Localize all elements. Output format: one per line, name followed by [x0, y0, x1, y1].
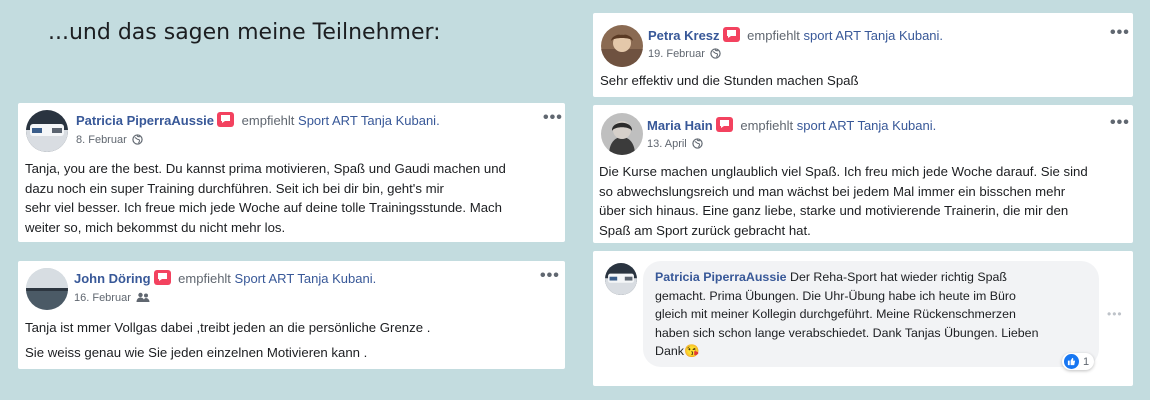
post-date[interactable]: 13. April [647, 138, 687, 150]
review-line: Sehr effektiv und die Stunden machen Spa… [600, 73, 859, 88]
more-options-icon[interactable]: ••• [540, 268, 560, 284]
review-line: weiter so, mich bekommst du nicht mehr l… [25, 219, 286, 235]
reviewer-name[interactable]: Maria Hain [647, 118, 713, 133]
review-card: John Döring empfiehlt Sport ART Tanja Ku… [18, 261, 565, 369]
review-line: so abwechslungsreich und man wächst bei … [599, 183, 1066, 199]
avatar[interactable] [605, 263, 637, 295]
recommend-icon [722, 27, 740, 42]
review-card: Petra Kresz empfiehlt sport ART Tanja Ku… [593, 13, 1133, 97]
recommend-text: empfiehlt [740, 118, 794, 133]
comment-line: gemacht. Prima Übungen. Die Uhr-Übung ha… [655, 288, 1016, 303]
page-link[interactable]: Sport ART Tanja Kubani. [235, 271, 377, 286]
more-options-icon[interactable]: ••• [543, 110, 563, 126]
review-line: Spaß am Sport zurück gebracht hat. [599, 222, 811, 238]
recommend-icon [217, 112, 235, 127]
review-line: Tanja ist mmer Vollgas dabei ,treibt jed… [25, 320, 431, 335]
more-options-icon[interactable]: ••• [1110, 115, 1130, 131]
review-line: Die Kurse machen unglaublich viel Spaß. … [599, 164, 1088, 179]
comment-bubble: Patricia PiperraAussie Der Reha-Sport ha… [643, 261, 1099, 367]
recommend-icon [715, 117, 733, 132]
reaction-summary[interactable]: 1 [1062, 353, 1095, 370]
recommend-icon [153, 270, 171, 285]
review-line: sehr viel besser. Ich freue mich jede Wo… [25, 200, 502, 215]
avatar[interactable] [26, 268, 68, 310]
recommend-text: empfiehlt [178, 271, 231, 286]
review-line: Sie weiss genau wie Sie jeden einzelnen … [25, 345, 368, 360]
comment-line: Der Reha-Sport hat wieder richtig Spaß [790, 270, 1007, 284]
page-link[interactable]: Sport ART Tanja Kubani. [298, 113, 440, 128]
post-date[interactable]: 16. Februar [74, 292, 131, 304]
post-date[interactable]: 19. Februar [648, 48, 705, 60]
comment-line: gleich mit meiner Kollegin durchgeführt.… [655, 307, 1016, 321]
review-line: über sich hinaus. Eine ganz liebe, stark… [599, 203, 1069, 218]
avatar[interactable] [601, 25, 643, 67]
avatar[interactable] [601, 113, 643, 155]
kiss-emoji: 😘 [683, 344, 700, 358]
comment-options-icon[interactable]: ••• [1107, 307, 1123, 321]
avatar[interactable] [26, 110, 68, 152]
page-link[interactable]: sport ART Tanja Kubani. [797, 118, 936, 133]
review-line: Tanja, you are the best. Du kannst prima… [25, 161, 506, 176]
review-card: Patricia PiperraAussie empfiehlt Sport A… [18, 103, 565, 242]
globe-icon [132, 134, 143, 148]
recommend-text: empfiehlt [747, 28, 800, 43]
globe-icon [692, 138, 703, 152]
comment-line: haben sich schon lange verabschiedet. Da… [655, 325, 1039, 340]
comment-card: Patricia PiperraAussie Der Reha-Sport ha… [593, 251, 1133, 386]
review-line: dazu noch ein super Training durchführen… [25, 180, 444, 196]
page-link[interactable]: sport ART Tanja Kubani. [804, 28, 943, 43]
more-options-icon[interactable]: ••• [1110, 25, 1130, 41]
reviewer-name[interactable]: John Döring [74, 271, 151, 286]
globe-icon [710, 48, 721, 62]
recommend-text: empfiehlt [241, 113, 295, 128]
comment-line: Dank [655, 344, 684, 358]
reaction-count: 1 [1083, 355, 1090, 368]
like-icon [1064, 354, 1079, 369]
review-card: Maria Hain empfiehlt sport ART Tanja Kub… [593, 105, 1133, 243]
commenter-name[interactable]: Patricia PiperraAussie [655, 270, 787, 284]
reviewer-name[interactable]: Petra Kresz [648, 28, 720, 43]
friends-icon [136, 292, 150, 306]
page-heading: ...und das sagen meine Teilnehmer: [48, 20, 441, 45]
post-date[interactable]: 8. Februar [76, 134, 127, 146]
reviewer-name[interactable]: Patricia PiperraAussie [76, 113, 214, 128]
